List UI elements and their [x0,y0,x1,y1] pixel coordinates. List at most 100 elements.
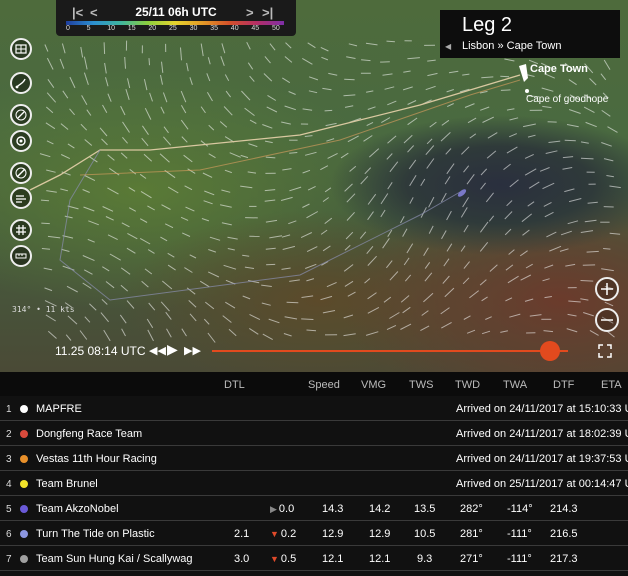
table-row[interactable]: 5 Team AkzoNobel ▶ 0.0 14.3 14.2 13.5 282… [0,496,628,521]
wind-arrow [487,132,498,139]
wind-arrow [320,46,329,52]
row-rank: 3 [6,454,12,465]
wind-arrow [462,197,470,208]
map-layers-icon[interactable] [10,38,32,60]
wind-arrow [164,223,174,229]
playback-track[interactable] [212,350,568,352]
cape-town-label: Cape Town [530,63,588,75]
wind-arrow [122,121,130,133]
wind-arrow [466,174,475,185]
wind-arrow [544,296,552,299]
table-row[interactable]: 3 Vestas 11th Hour Racing Arrived on 24/… [0,446,628,471]
wind-arrow [284,56,293,63]
wind-arrow [366,90,374,93]
wind-arrow [223,106,233,116]
wind-arrow [469,133,477,139]
wind-arrow [302,169,311,174]
wind-arrow [426,158,435,169]
wind-arrow [600,73,607,81]
fast-forward-icon[interactable]: ▶▶ [184,344,201,357]
race-map[interactable]: |< < 25/11 06h UTC > >| 0 5 10 15 20 25 30 35 40… [0,0,628,372]
wind-arrow [146,318,154,329]
wind-arrow [262,333,273,341]
wind-arrow [469,290,480,299]
location-icon[interactable] [10,130,32,152]
wind-arrow [500,89,511,91]
wind-arrow [107,234,118,241]
wind-arrow [522,229,530,236]
wind-arrow [343,264,354,272]
compass-icon[interactable] [10,104,32,126]
wind-arrow [60,154,71,160]
next-icon[interactable]: > [246,5,254,20]
zoom-in-icon[interactable] [595,277,619,301]
grid-icon[interactable] [10,219,32,241]
wind-arrow [41,222,50,225]
wind-arrow [542,278,550,282]
wind-arrow [60,123,69,130]
wind-arrow [387,135,397,144]
wind-icon[interactable] [10,187,32,209]
wind-arrow [489,264,498,272]
wind-arrow [344,183,353,192]
table-row[interactable]: 6 Turn The Tide on Plastic 2.1 ▼ 0.2 12.9… [0,521,628,546]
wind-arrow [102,206,114,212]
wind-scale-label: 20 [148,25,157,32]
wind-arrow [559,248,569,252]
wind-arrow [47,235,61,239]
wind-arrow [306,246,318,253]
skip-end-icon[interactable]: >| [262,5,273,20]
twa-value: -111° [507,528,532,540]
collapse-icon[interactable]: ◀ [445,42,451,51]
wind-arrow [400,295,410,303]
wind-arrow [566,328,578,333]
wind-arrow [427,59,436,62]
wind-arrow [120,284,129,292]
twa-value: -114° [507,503,533,515]
fullscreen-icon[interactable] [598,344,612,358]
wind-arrow [46,169,56,173]
wind-arrow [105,216,114,221]
rewind-icon[interactable]: ◀◀ [149,344,166,357]
wind-arrow [500,330,509,333]
table-row[interactable]: 4 Team Brunel Arrived on 25/11/2017 at 0… [0,471,628,496]
wind-arrow [249,313,261,321]
row-rank: 2 [6,429,12,440]
zoom-out-icon[interactable] [595,308,619,332]
wind-arrow [326,281,337,288]
wind-arrow [566,124,579,128]
wind-arrow [283,333,292,337]
wind-arrow [321,56,329,61]
wind-arrow [509,179,519,188]
wind-arrow [180,47,182,61]
wind-arrow [505,297,513,302]
route-icon[interactable] [10,72,32,94]
table-row[interactable]: 2 Dongfeng Race Team Arrived on 24/11/20… [0,421,628,446]
wind-arrow [402,86,413,91]
wind-arrow [87,238,95,243]
wind-arrow [568,109,581,114]
wind-arrow [221,43,226,54]
table-row[interactable]: 1 MAPFRE Arrived on 24/11/2017 at 15:10:… [0,396,628,421]
wind-arrow [206,91,213,102]
wind-arrow [603,248,611,250]
wind-scale-label: 15 [127,25,136,32]
wind-arrow [289,186,302,192]
wind-arrow [589,329,599,336]
table-row[interactable]: 7 Team Sun Hung Kai / Scallywag 3.0 ▼ 0.5… [0,546,628,571]
wind-arrow [167,186,179,194]
wind-arrow [84,139,93,146]
wind-readout: 314° • 11 kts [12,305,75,314]
wind-arrow [265,247,276,250]
play-icon[interactable]: ▶ [167,341,178,358]
no-compass-icon[interactable] [10,162,32,184]
team-name: Turn The Tide on Plastic [36,528,155,540]
wind-arrow [486,150,497,159]
wind-arrow [389,271,399,281]
wind-arrow [204,301,215,310]
ruler-icon[interactable] [10,245,32,267]
wind-arrow [425,145,435,156]
delta-down-icon: ▼ [270,529,279,539]
wind-arrow [289,279,300,282]
wind-arrow [580,280,594,282]
